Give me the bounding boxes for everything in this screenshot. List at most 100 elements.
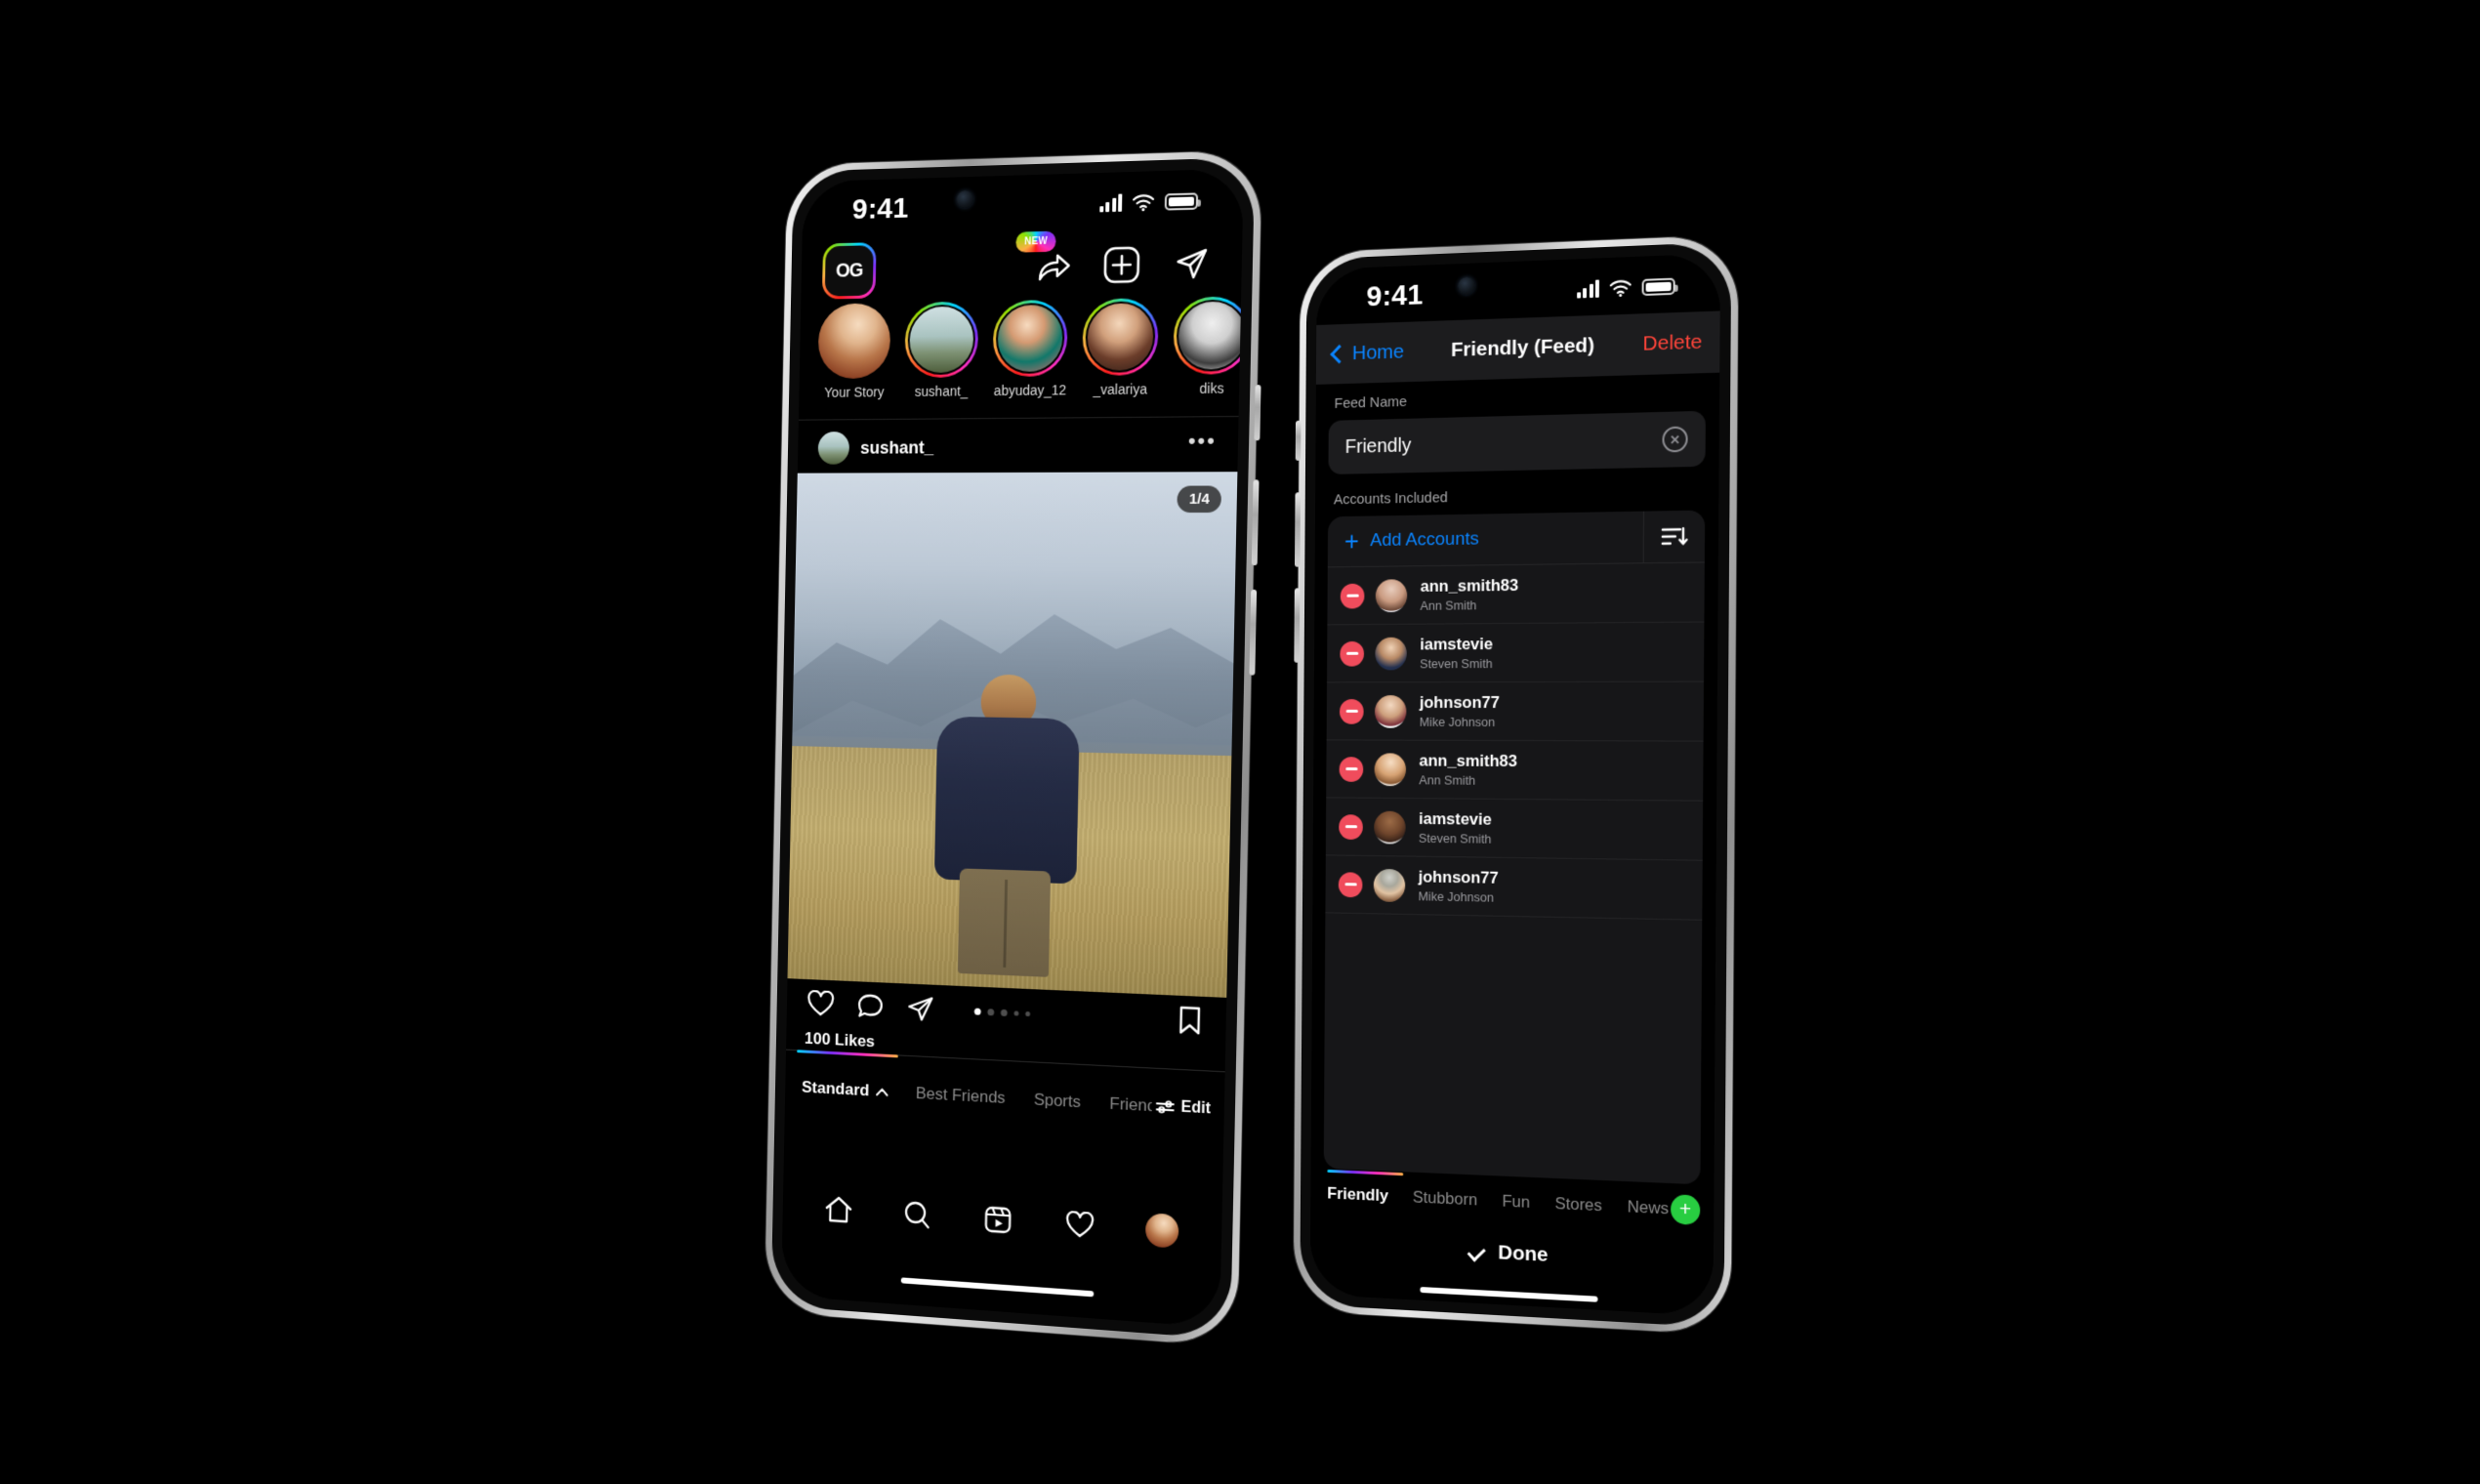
delete-button[interactable]: Delete [1642,330,1702,355]
right-home-indicator[interactable] [1420,1287,1598,1302]
account-fullname: Steven Smith [1418,830,1492,846]
remove-account-button[interactable] [1339,698,1364,724]
tab-stubborn[interactable]: Stubborn [1413,1188,1478,1211]
stories-row[interactable]: Your Story sushant_ abyuday_12 _valariya [799,296,1242,415]
tab-news[interactable]: News [1628,1197,1670,1218]
profile-avatar[interactable] [1143,1211,1181,1251]
filter-standard[interactable]: Standard [802,1078,889,1101]
app-tab-bar [782,1175,1222,1266]
remove-account-button[interactable] [1340,583,1365,609]
account-fullname: Steven Smith [1420,655,1493,672]
table-row[interactable]: iamstevie Steven Smith [1327,622,1705,683]
search-icon[interactable] [899,1195,935,1234]
home-icon[interactable] [821,1190,856,1229]
chevron-left-icon [1330,344,1348,364]
post-image[interactable]: 1/4 [787,472,1238,998]
add-accounts-label: Add Accounts [1370,528,1479,552]
story-label: diks [1199,380,1224,396]
accounts-included-label: Accounts Included [1333,489,1448,509]
avatar [1374,752,1407,786]
right-phone: 9:41 Home Friendly (Feed) Delete Feed Na… [1293,234,1739,1336]
table-row[interactable]: johnson77 Mike Johnson [1326,681,1705,742]
add-feed-button[interactable]: + [1670,1194,1701,1226]
left-phone-volume-down[interactable] [1249,589,1258,676]
post-username[interactable]: sushant_ [860,437,934,458]
filter-friends[interactable]: Friends [1109,1094,1165,1117]
left-status-bar: 9:41 [803,169,1244,242]
save-icon[interactable] [1173,1004,1207,1039]
edit-label: Edit [1180,1098,1212,1118]
tab-stores[interactable]: Stores [1554,1194,1602,1216]
table-row[interactable]: johnson77 Mike Johnson [1325,855,1703,921]
account-username: johnson77 [1419,692,1500,712]
activity-icon[interactable] [1061,1206,1098,1246]
carousel-dots [973,1008,1031,1017]
avatar [1374,694,1407,728]
feed-name-input[interactable]: Friendly ✕ [1328,410,1706,474]
right-phone-volume-down[interactable] [1294,588,1301,663]
grass-field-layer [787,746,1232,998]
app-logo[interactable]: OG [824,245,874,297]
story-your-story[interactable]: Your Story [817,303,892,400]
left-dynamic-island [962,183,1077,213]
left-phone-screen: 9:41 OG NEW Your Story sushant_ abyuday_… [781,168,1244,1329]
left-wifi-icon [1133,193,1154,211]
feed-name-value: Friendly [1344,434,1412,458]
post-avatar[interactable] [817,432,850,465]
done-button[interactable]: Done [1322,1217,1701,1291]
account-fullname: Mike Johnson [1418,888,1494,905]
tab-friendly[interactable]: Friendly [1327,1184,1388,1207]
sliders-icon [1155,1098,1175,1115]
remove-account-button[interactable] [1338,871,1363,897]
like-icon[interactable] [805,987,837,1021]
remove-account-button[interactable] [1339,756,1364,782]
add-accounts-button[interactable]: + Add Accounts [1328,527,1479,556]
left-battery-icon [1164,191,1199,211]
avatar [1374,810,1406,845]
back-button[interactable]: Home [1330,340,1405,366]
story-valariya[interactable]: _valariya [1082,297,1161,397]
left-home-indicator[interactable] [900,1277,1095,1298]
filter-best-friends[interactable]: Best Friends [916,1084,1006,1108]
account-fullname: Ann Smith [1419,772,1476,788]
account-fullname: Mike Johnson [1419,714,1496,729]
account-username: ann_smith83 [1420,575,1519,596]
remove-account-button[interactable] [1340,640,1365,667]
edit-filters-button[interactable]: Edit [1151,1096,1212,1119]
share-icon[interactable] [904,991,936,1025]
story-diks[interactable]: diks [1173,296,1242,396]
table-row[interactable]: iamstevie Steven Smith [1325,798,1704,861]
likes-count[interactable]: 100 Likes [805,1029,875,1051]
carousel-counter: 1/4 [1177,485,1222,514]
scene-root: 9:41 Home Friendly (Feed) Delete Feed Na… [0,0,2480,1484]
right-phone-volume-up[interactable] [1294,492,1302,567]
table-row[interactable]: ann_smith83 Ann Smith [1326,740,1704,802]
story-label: sushant_ [914,383,969,399]
story-label: Your Story [824,384,885,400]
filter-sports[interactable]: Sports [1034,1091,1081,1113]
account-username: ann_smith83 [1419,751,1518,770]
table-row[interactable]: ann_smith83 Ann Smith [1327,562,1705,626]
chevron-up-icon [876,1087,889,1096]
remove-account-button[interactable] [1339,813,1363,840]
add-post-icon[interactable] [1101,244,1142,286]
right-battery-icon [1641,277,1675,296]
clear-circle-icon[interactable]: ✕ [1662,426,1688,453]
account-username: iamstevie [1419,808,1492,829]
right-phone-mute-switch[interactable] [1295,420,1302,461]
right-signal-icon [1576,279,1599,299]
direct-message-icon[interactable] [1171,242,1213,285]
post-more-icon[interactable]: ••• [1187,428,1217,453]
sort-descending-icon[interactable] [1642,510,1706,563]
back-button-label: Home [1351,340,1405,365]
right-wifi-icon [1610,279,1632,297]
right-status-time: 9:41 [1366,278,1424,313]
account-fullname: Ann Smith [1420,598,1477,613]
tab-fun[interactable]: Fun [1502,1192,1530,1213]
feed-filter-bar: Standard Best Friends Sports Friends Edi… [785,1064,1225,1133]
story-sushant[interactable]: sushant_ [904,301,981,399]
accounts-card-header: + Add Accounts [1327,510,1706,568]
post-header: sushant_ ••• [798,420,1239,474]
comment-icon[interactable] [854,989,887,1023]
app-top-bar: OG NEW [801,228,1242,305]
